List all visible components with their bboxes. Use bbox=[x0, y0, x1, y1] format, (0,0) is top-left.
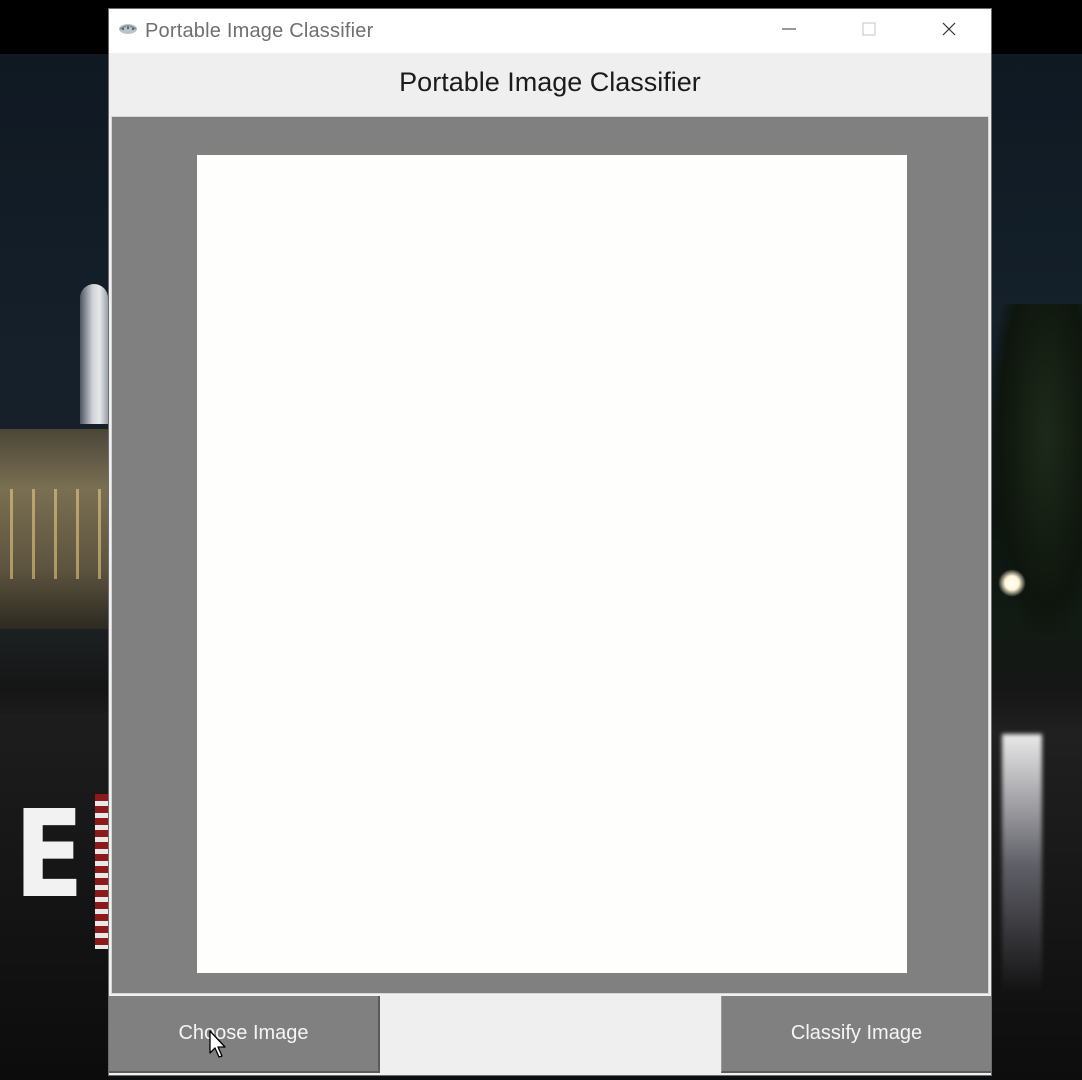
feather-icon bbox=[117, 21, 139, 37]
street-light bbox=[998, 569, 1026, 597]
window-title: Portable Image Classifier bbox=[145, 20, 374, 42]
capitol-dome bbox=[80, 284, 108, 424]
light-reflection bbox=[1002, 734, 1042, 994]
flag-stripes bbox=[95, 794, 108, 949]
capitol-building bbox=[0, 429, 108, 629]
title-bar[interactable]: Portable Image Classifier bbox=[109, 9, 991, 53]
action-bar: Choose Image Classify Image bbox=[109, 996, 991, 1075]
desktop-wallpaper-right bbox=[992, 54, 1082, 1080]
minimize-button[interactable] bbox=[749, 9, 829, 53]
choose-image-button[interactable]: Choose Image bbox=[109, 996, 380, 1073]
desktop-wallpaper-left: E bbox=[0, 54, 108, 1080]
maximize-button[interactable] bbox=[829, 9, 909, 53]
page-title: Portable Image Classifier bbox=[399, 67, 701, 97]
close-button[interactable] bbox=[909, 9, 989, 53]
header-bar: Portable Image Classifier bbox=[109, 53, 991, 116]
image-preview-canvas bbox=[197, 155, 907, 973]
wallpaper-letter: E bbox=[14, 786, 84, 925]
minimize-icon bbox=[781, 21, 797, 42]
app-window: Portable Image Classifier Portable Image… bbox=[108, 8, 992, 1076]
image-preview-frame bbox=[111, 116, 989, 994]
close-icon bbox=[941, 21, 957, 42]
classify-image-button[interactable]: Classify Image bbox=[721, 996, 991, 1073]
maximize-icon bbox=[861, 21, 877, 42]
mouse-cursor-icon bbox=[208, 1030, 230, 1060]
